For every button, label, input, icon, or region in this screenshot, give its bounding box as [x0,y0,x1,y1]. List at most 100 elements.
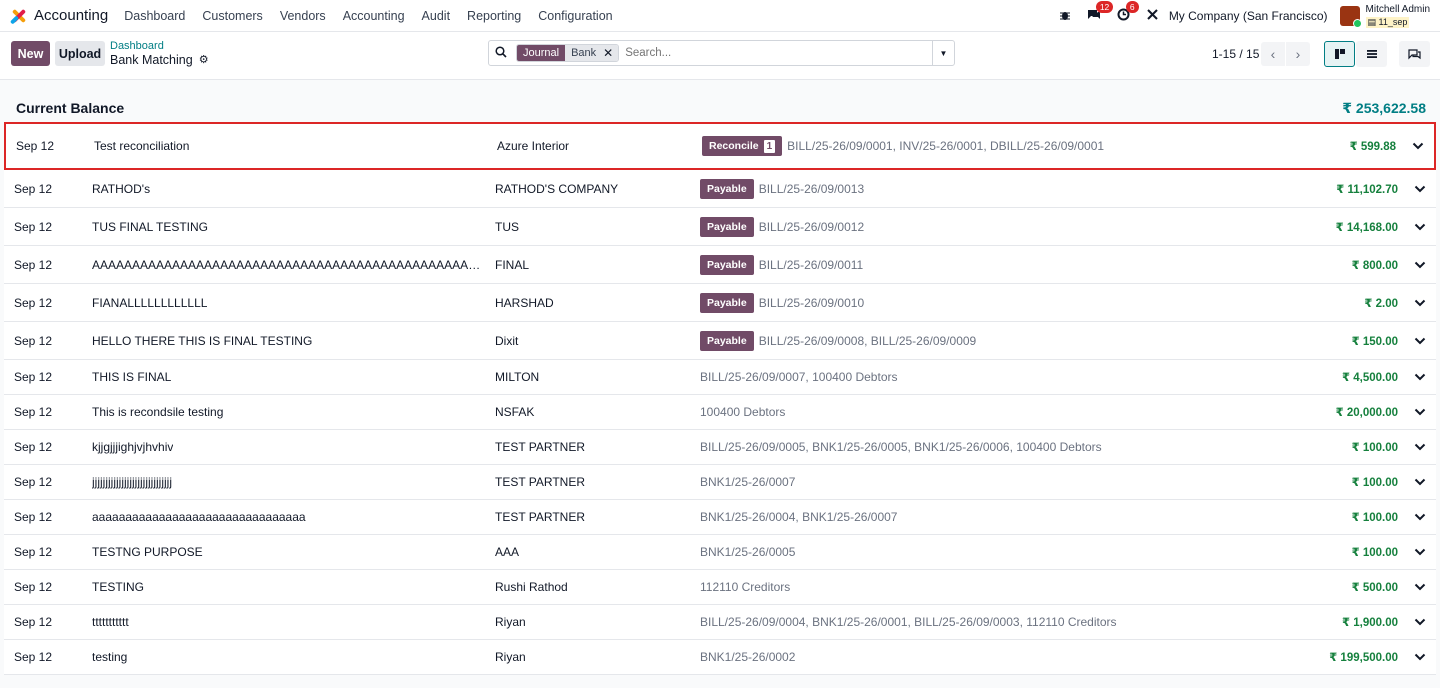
user-avatar[interactable] [1339,6,1362,28]
app-name[interactable]: Accounting [34,7,108,24]
line-reference: BILL/25-26/09/0005, BNK1/25-26/0005, BNK… [700,440,1102,454]
line-label: FIANALLLLLLLLLLLL [92,295,208,310]
line-label: ttttttttttt [92,615,129,629]
line-amount: ₹ 199,500.00 [1329,652,1398,664]
line-label: HELLO THERE THIS IS FINAL TESTING [92,333,313,348]
breadcrumb-dashboard[interactable]: Dashboard [110,39,209,53]
menu-reporting[interactable]: Reporting [467,9,521,23]
bank-line-row[interactable]: Sep 12 RATHOD's RATHOD'S COMPANY Payable BIL… [4,170,1436,208]
chevron-down-icon[interactable] [1413,334,1427,348]
list-view-button[interactable] [1356,41,1387,67]
breadcrumb-current: Bank Matching ⚙ [110,53,209,67]
bank-line-row[interactable]: Sep 12 This is recondsile testing NSFAK 100… [4,395,1436,430]
chevron-down-icon[interactable] [1413,440,1427,454]
search-input[interactable] [625,47,932,59]
line-date: Sep 12 [14,545,53,559]
chevron-down-icon[interactable] [1413,182,1427,196]
payable-badge[interactable]: Payable [700,178,754,199]
line-partner: RATHOD'S COMPANY [495,181,619,196]
menu-customers[interactable]: Customers [202,9,262,23]
bank-line-row[interactable]: Sep 12 ttttttttttt Riyan BILL/25-26/09/0004… [4,605,1436,640]
line-reference: BNK1/25-26/0007 [700,475,796,489]
chevron-down-icon[interactable] [1413,370,1427,384]
user-menu[interactable]: Mitchell Admin ▤ 11_sep [1365,4,1430,28]
chevron-down-icon[interactable] [1413,510,1427,524]
line-reference: BILL/25-26/09/0007, 100400 Debtors [700,370,898,384]
tools-icon[interactable] [1146,8,1159,24]
menu-audit[interactable]: Audit [422,9,451,23]
payable-badge[interactable]: Payable [700,292,754,313]
line-reference: BNK1/25-26/0004, BNK1/25-26/0007 [700,510,898,524]
pager-next-button[interactable]: › [1286,42,1310,66]
pager-previous-button[interactable]: ‹ [1261,42,1285,66]
line-matching: BNK1/25-26/0005 [700,545,795,559]
line-date: Sep 12 [16,139,55,153]
bank-line-row[interactable]: Sep 12 aaaaaaaaaaaaaaaaaaaaaaaaaaaaaaaa TE… [4,500,1436,535]
bank-line-row[interactable]: Sep 12 THIS IS FINAL MILTON BILL/25-26/09/0… [4,360,1436,395]
bank-line-row[interactable]: Sep 12 AAAAAAAAAAAAAAAAAAAAAAAAAAAAAAAAAA… [4,246,1436,284]
top-navbar: Accounting Dashboard Customers Vendors A… [0,0,1440,32]
chevron-down-icon[interactable] [1413,580,1427,594]
payable-badge[interactable]: Payable [700,254,754,275]
bank-line-row[interactable]: Sep 12 TESTING Rushi Rathod 112110 Creditor… [4,570,1436,605]
menu-configuration[interactable]: Configuration [538,9,612,23]
line-date: Sep 12 [14,510,53,524]
search-bar: Journal Bank ✕ ▼ [488,40,955,66]
facet-label: Journal [517,45,566,61]
company-switcher[interactable]: My Company (San Francisco) [1169,9,1328,23]
payable-badge[interactable]: Payable [700,330,754,351]
chevron-down-icon[interactable] [1413,475,1427,489]
bank-line-row[interactable]: Sep 12 kjjgjjjighjvjhvhiv TEST PARTNER BILL… [4,430,1436,465]
clock-icon[interactable]: 6 [1117,1,1139,24]
search-icon[interactable] [489,45,513,61]
bank-line-row[interactable]: Sep 12 TESTNG PURPOSE AAA BNK1/25-26/0005 ₹ … [4,535,1436,570]
accounting-logo-icon[interactable] [9,7,28,25]
messages-badge: 12 [1095,1,1114,13]
kanban-icon [1334,49,1345,59]
menu-vendors[interactable]: Vendors [280,9,326,23]
tag-label: Payable [707,220,747,233]
chevron-down-icon[interactable] [1413,220,1427,234]
line-date: Sep 12 [14,333,53,348]
chevron-down-icon[interactable] [1413,258,1427,272]
menu-accounting[interactable]: Accounting [343,9,405,23]
chevron-down-icon[interactable] [1413,296,1427,310]
line-amount: ₹ 800.00 [1351,259,1398,272]
line-label: Test reconciliation [94,139,190,153]
bug-icon[interactable] [1059,8,1071,24]
pager-value[interactable]: 1-15 / 15 [1212,47,1259,61]
chatter-toggle-button[interactable] [1399,41,1430,67]
bank-line-row[interactable]: Sep 12 FIANALLLLLLLLLLLL HARSHAD Payable BIL… [4,284,1436,322]
chat-icon[interactable]: 12 [1087,1,1114,24]
bank-line-row[interactable]: Sep 12 TUS FINAL TESTING TUS Payable BILL/25… [4,208,1436,246]
reconcile-button[interactable]: Reconcile 1 [702,136,783,156]
bank-line-row[interactable]: Sep 12 Test reconciliation Azure Interior R… [4,122,1436,170]
line-date: Sep 12 [14,405,53,419]
chevron-down-icon[interactable] [1413,405,1427,419]
menu-dashboard[interactable]: Dashboard [124,9,185,23]
gear-icon[interactable]: ⚙ [199,53,209,67]
chevron-down-icon[interactable] [1413,615,1427,629]
chevron-down-icon[interactable] [1413,545,1427,559]
chevron-down-icon[interactable] [1413,650,1427,664]
close-icon[interactable]: ✕ [600,45,619,61]
bank-line-row[interactable]: Sep 12 HELLO THERE THIS IS FINAL TESTING D… [4,322,1436,360]
line-matching: 100400 Debtors [700,405,785,419]
line-amount: ₹ 150.00 [1351,335,1398,348]
bank-line-row[interactable]: Sep 12 testing Riyan BNK1/25-26/0002 ₹ 199,5… [4,640,1436,675]
line-label: kjjgjjjighjvjhvhiv [92,440,174,454]
line-partner: TUS [495,219,519,234]
upload-button[interactable]: Upload [55,41,105,66]
line-reference: BILL/25-26/09/0001, INV/25-26/0001, DBIL… [787,139,1105,153]
control-panel: New Upload Dashboard Bank Matching ⚙ Jou… [0,32,1440,80]
chevron-down-icon[interactable]: ▼ [932,41,954,65]
line-matching: BILL/25-26/09/0007, 100400 Debtors [700,370,897,384]
line-amount: ₹ 599.88 [1349,141,1396,153]
payable-badge[interactable]: Payable [700,216,754,237]
bank-line-row[interactable]: Sep 12 jjjjjjjjjjjjjjjjjjjjjjjjjjjjjj TEST… [4,465,1436,500]
line-partner: AAA [495,545,520,559]
chevron-down-icon[interactable] [1411,139,1425,153]
new-button[interactable]: New [11,41,50,66]
line-matching: BNK1/25-26/0002 [700,650,795,664]
kanban-view-button[interactable] [1324,41,1355,67]
